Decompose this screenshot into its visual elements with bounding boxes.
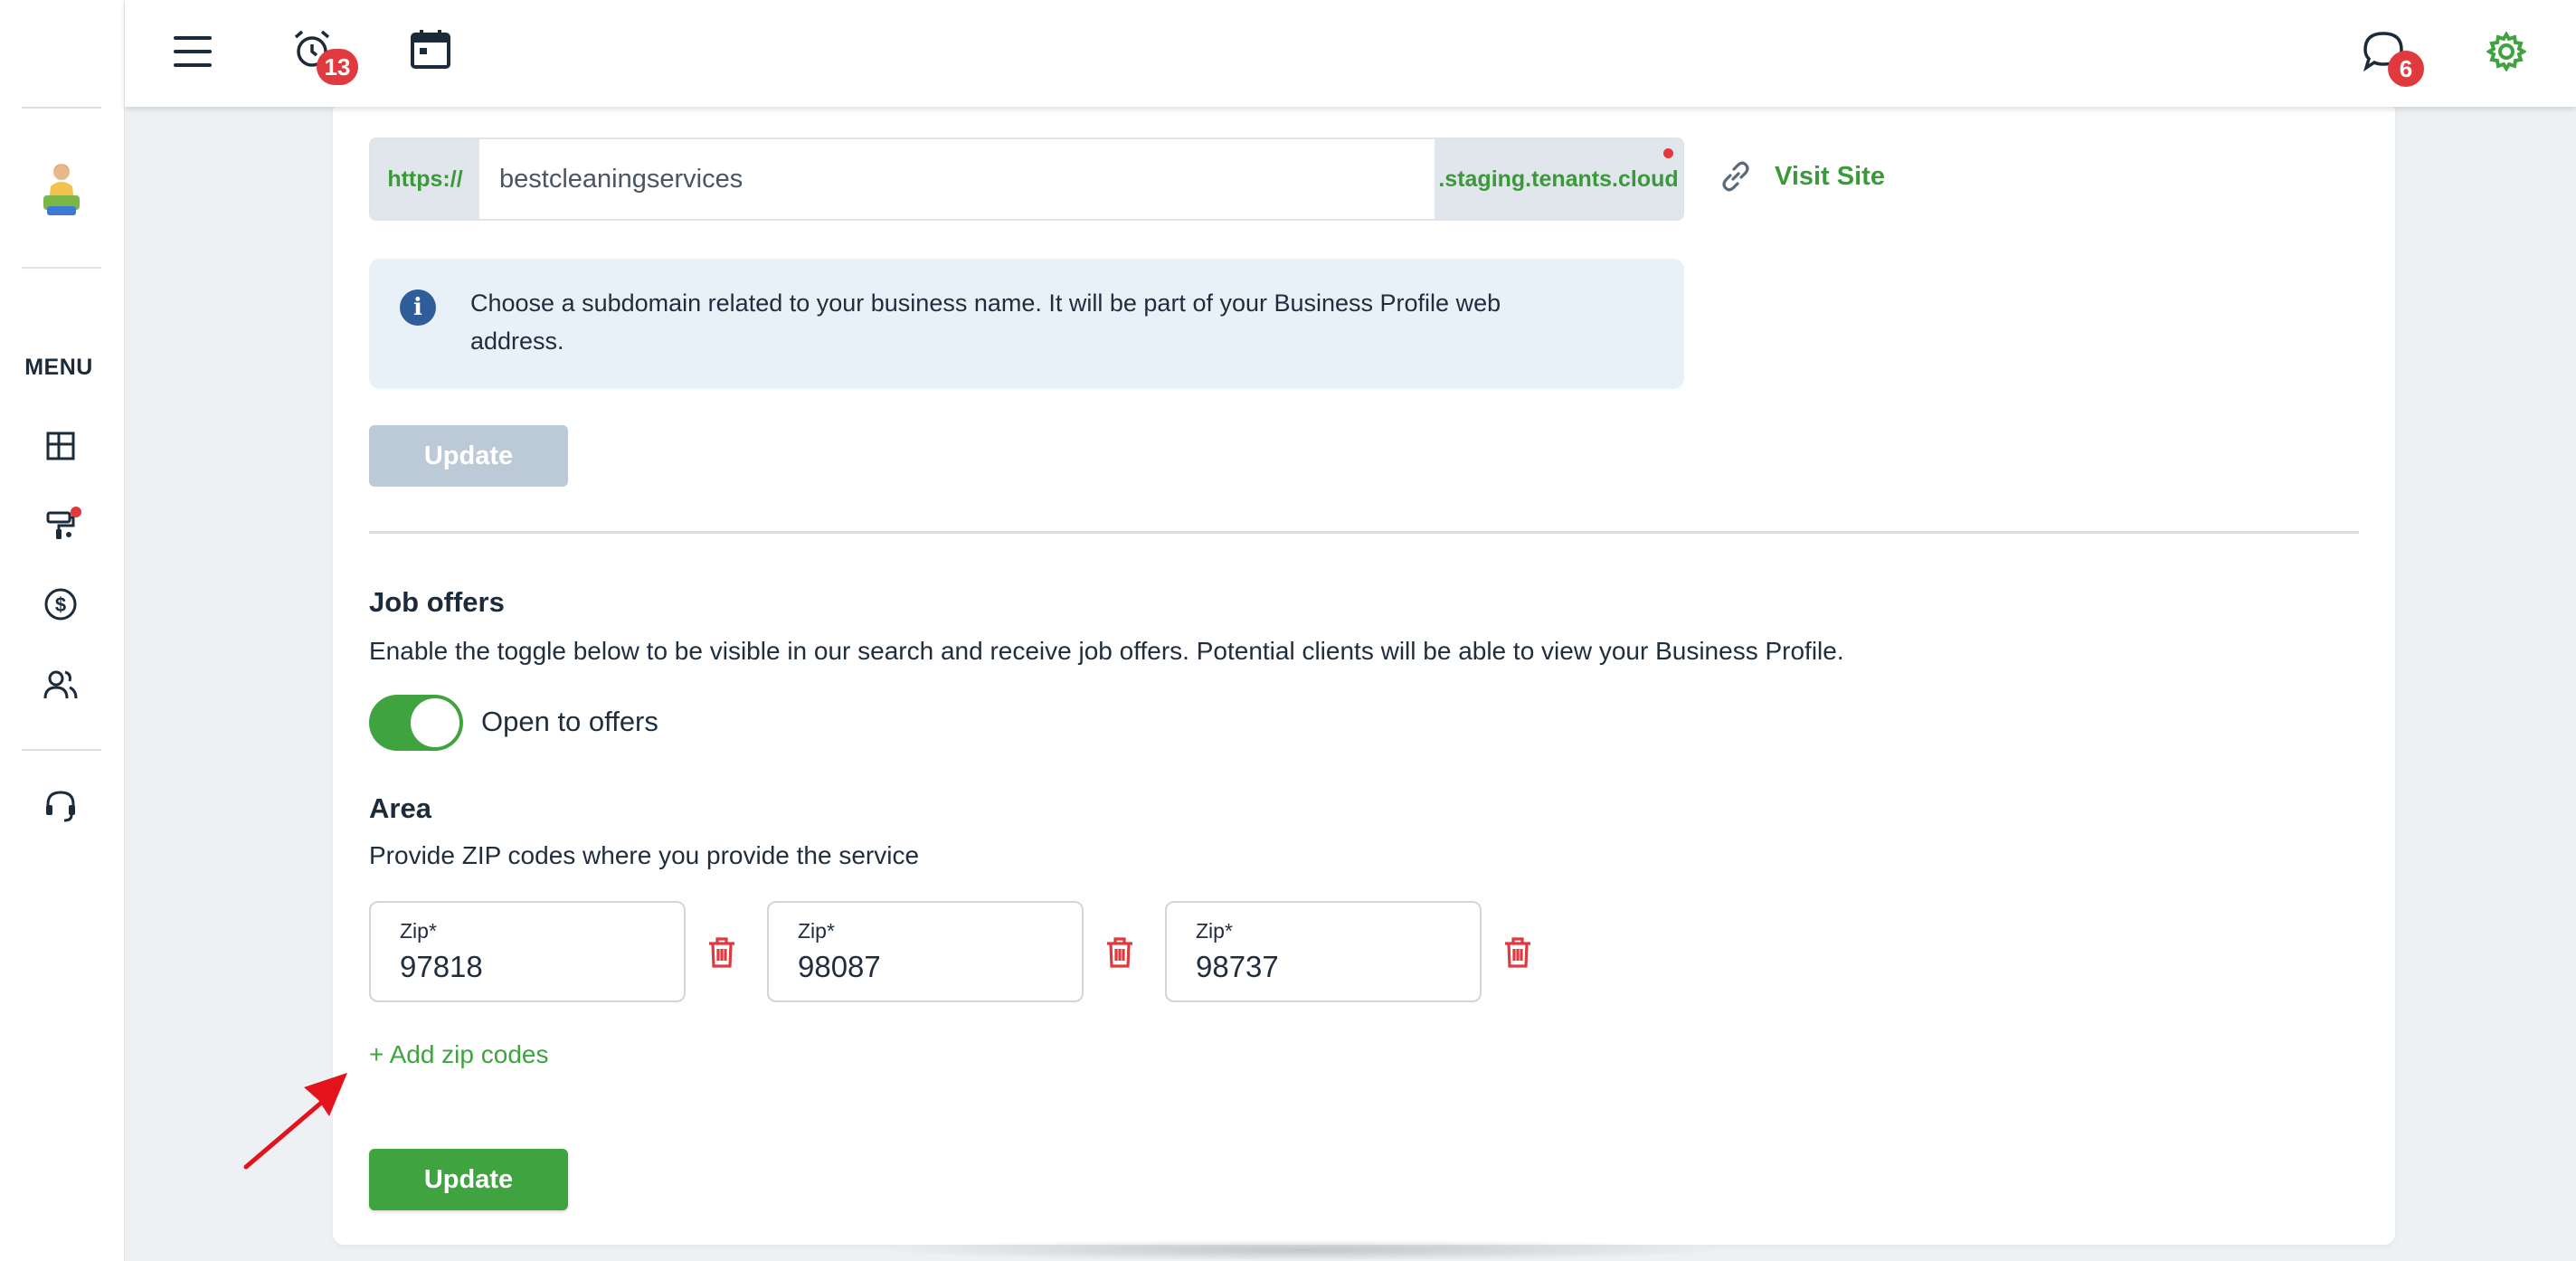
info-text: Choose a subdomain related to your busin… — [470, 289, 1501, 355]
scroll-shadow — [868, 1239, 1737, 1261]
annotation-arrow — [243, 1073, 347, 1170]
zip-label: Zip* — [798, 919, 835, 943]
job-offers-description: Enable the toggle below to be visible in… — [369, 637, 1844, 665]
settings-button[interactable] — [2486, 31, 2527, 72]
url-suffix: .staging.tenants.cloud — [1435, 139, 1682, 219]
topbar: 13 6 — [125, 0, 2576, 107]
trash-icon — [1107, 937, 1132, 968]
update-area-button[interactable]: Update — [369, 1149, 568, 1210]
trash-icon — [709, 937, 734, 968]
zip-label: Zip* — [400, 919, 437, 943]
sidebar-item-users[interactable] — [40, 664, 81, 706]
zip-field[interactable]: Zip* 98087 — [767, 901, 1084, 1002]
sidebar-divider — [22, 267, 101, 269]
info-box: i Choose a subdomain related to your bus… — [369, 259, 1684, 389]
info-icon: i — [400, 289, 436, 326]
users-icon — [43, 670, 78, 699]
delete-zip-button[interactable] — [704, 934, 740, 971]
zip-label: Zip* — [1196, 919, 1233, 943]
toggle-label: Open to offers — [481, 706, 658, 737]
zip-value: 98737 — [1196, 950, 1279, 983]
area-description: Provide ZIP codes where you provide the … — [369, 841, 920, 869]
chat-badge: 6 — [2388, 51, 2424, 87]
url-suffix-text: .staging.tenants.cloud — [1438, 166, 1679, 192]
zip-value: 97818 — [400, 950, 483, 983]
required-dot — [1663, 148, 1673, 158]
trash-icon — [1505, 937, 1530, 968]
alarm-button[interactable]: 13 — [289, 27, 358, 85]
sidebar-item-services[interactable] — [40, 505, 81, 546]
visit-site-label: Visit Site — [1775, 161, 1885, 191]
sidebar-item-payments[interactable]: $ — [40, 583, 81, 625]
delete-zip-button[interactable] — [1500, 934, 1536, 971]
chat-button[interactable]: 6 — [2361, 29, 2424, 87]
toggle-knob — [411, 698, 459, 747]
open-to-offers-toggle[interactable] — [369, 695, 463, 751]
alarm-badge: 13 — [317, 49, 358, 85]
dashboard-icon — [46, 431, 75, 460]
url-prefix: https:// — [371, 139, 479, 219]
delete-zip-button[interactable] — [1102, 934, 1138, 971]
subdomain-input[interactable] — [479, 139, 1435, 219]
sidebar-divider — [22, 749, 101, 751]
avatar[interactable] — [36, 159, 87, 223]
calendar-icon — [411, 30, 450, 69]
zip-value: 98087 — [798, 950, 881, 983]
calendar-button[interactable] — [409, 27, 452, 71]
notification-dot — [71, 507, 81, 517]
zip-field[interactable]: Zip* 98737 — [1165, 901, 1482, 1002]
link-icon — [1722, 161, 1749, 192]
section-divider — [369, 531, 2359, 534]
sidebar-item-dashboard[interactable] — [40, 425, 81, 467]
menu-label: MENU — [24, 355, 93, 380]
headset-icon — [46, 791, 75, 822]
svg-text:$: $ — [55, 593, 66, 616]
hamburger-icon — [174, 36, 212, 67]
add-zip-codes-link[interactable]: + Add zip codes — [369, 1040, 548, 1069]
area-title: Area — [369, 792, 431, 824]
gear-icon — [2486, 32, 2526, 71]
hamburger-button[interactable] — [172, 31, 213, 72]
zip-field[interactable]: Zip* 97818 — [369, 901, 686, 1002]
sidebar: MENU $ — [0, 0, 125, 1261]
job-offers-title: Job offers — [369, 586, 505, 618]
update-subdomain-button[interactable]: Update — [369, 425, 568, 487]
subdomain-field: https:// .staging.tenants.cloud — [369, 137, 1684, 221]
sidebar-item-support[interactable] — [40, 785, 81, 827]
visit-site-link[interactable]: Visit Site — [1719, 159, 1885, 194]
dollar-icon: $ — [44, 588, 77, 621]
sidebar-divider — [22, 107, 101, 109]
